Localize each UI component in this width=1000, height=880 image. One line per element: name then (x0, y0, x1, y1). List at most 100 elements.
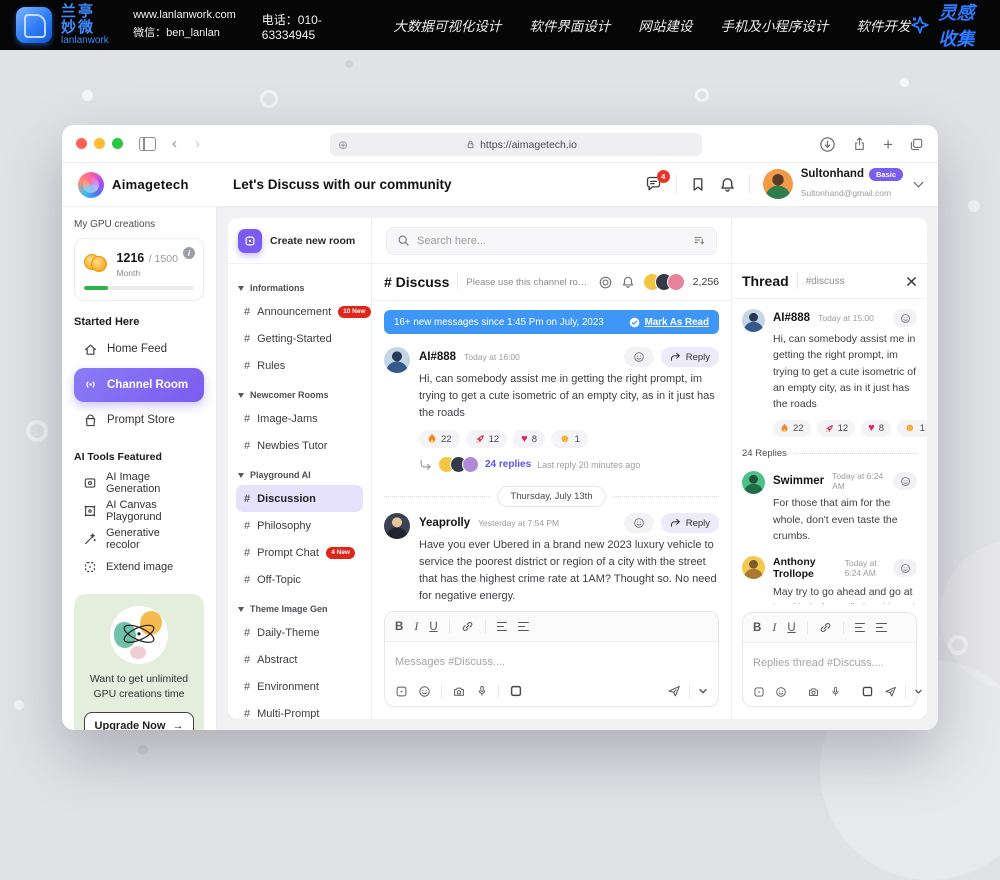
chevron-down-icon[interactable] (698, 686, 708, 696)
reaction-pill[interactable]: 12 (466, 430, 508, 448)
chevron-down-icon[interactable] (914, 687, 923, 696)
minimize-window-button[interactable] (94, 138, 105, 149)
avatar[interactable] (384, 347, 410, 373)
bell-icon[interactable] (621, 275, 635, 289)
close-icon[interactable] (906, 276, 917, 287)
list-icon[interactable] (855, 623, 865, 633)
channel-getting-started[interactable]: # Getting-Started (236, 325, 363, 352)
underline-button[interactable]: U (429, 621, 437, 633)
member-avatars[interactable] (643, 273, 685, 291)
group-theme-image-gen[interactable]: Theme Image Gen (238, 604, 361, 614)
avatar[interactable] (742, 471, 765, 494)
sidebar-item-ai-canvas-playground[interactable]: AI Canvas Playgorund (74, 497, 204, 525)
bell-icon[interactable] (719, 176, 736, 193)
avatar[interactable] (384, 513, 410, 539)
screenshot-icon[interactable] (509, 684, 523, 698)
mic-icon[interactable] (830, 685, 841, 698)
search-input[interactable] (417, 235, 686, 247)
align-left-icon[interactable] (876, 623, 887, 633)
add-reaction-button[interactable] (893, 472, 917, 490)
close-window-button[interactable] (76, 138, 87, 149)
reaction-pill[interactable]: 12 (817, 420, 856, 437)
channel-environment[interactable]: # Environment (236, 673, 363, 700)
add-reaction-button[interactable] (624, 347, 654, 367)
banner-nav-item[interactable]: 网站建设 (638, 15, 692, 35)
banner-nav-item[interactable]: 软件界面设计 (529, 15, 610, 35)
reply-button[interactable]: Reply (661, 513, 719, 533)
reply-button[interactable]: Reply (661, 347, 719, 367)
create-new-room-button[interactable]: Create new room (228, 218, 372, 264)
banner-nav-item[interactable]: 软件开发 (856, 15, 910, 35)
channel-abstract[interactable]: # Abstract (236, 646, 363, 673)
link-icon[interactable] (819, 621, 832, 634)
app-logo[interactable]: Aimagetech (62, 172, 217, 198)
italic-button[interactable]: I (414, 619, 418, 634)
zoom-window-button[interactable] (112, 138, 123, 149)
avatar[interactable] (742, 309, 765, 332)
inspiration-collect-link[interactable]: 灵感收集 (910, 0, 984, 51)
link-icon[interactable] (461, 620, 474, 633)
browser-sidebar-icon[interactable] (139, 137, 156, 151)
sidebar-item-prompt-store[interactable]: Prompt Store (74, 405, 204, 436)
bookmark-icon[interactable] (690, 176, 706, 193)
filter-icon[interactable] (693, 234, 706, 247)
sidebar-item-channel-room[interactable]: Channel Room (74, 368, 204, 402)
channel-rules[interactable]: # Rules (236, 352, 363, 379)
info-icon[interactable]: i (183, 247, 195, 259)
camera-icon[interactable] (807, 686, 820, 698)
thread-reply-input[interactable] (753, 657, 906, 669)
bold-button[interactable]: B (753, 622, 761, 634)
group-informations[interactable]: Informations (238, 283, 361, 293)
channel-discussion[interactable]: # Discussion (236, 485, 363, 512)
add-reaction-button[interactable] (893, 559, 917, 577)
reaction-pill[interactable]: 22 (773, 420, 811, 437)
emoji-icon[interactable] (418, 685, 431, 698)
mark-as-read-button[interactable]: Mark As Read (629, 317, 709, 328)
user-menu[interactable]: Sultonhand Basic Sultonhand@gmail.com (763, 168, 922, 201)
italic-button[interactable]: I (772, 620, 776, 635)
send-icon[interactable] (884, 685, 897, 698)
add-reaction-button[interactable] (893, 309, 917, 327)
search-bar[interactable] (386, 227, 717, 255)
message-input[interactable] (395, 656, 708, 668)
add-reaction-button[interactable] (624, 513, 654, 533)
sidebar-item-ai-image-generation[interactable]: AI Image Generation (74, 469, 204, 497)
new-tab-button[interactable]: + (883, 136, 893, 153)
reaction-pill[interactable]: ☻ 1 (897, 420, 927, 437)
messages-icon[interactable]: 4 (644, 175, 663, 193)
channel-image-jams[interactable]: # Image-Jams (236, 405, 363, 432)
channel-off-topic[interactable]: # Off-Topic (236, 566, 363, 593)
sidebar-item-generative-recolor[interactable]: Generative recolor (74, 525, 204, 553)
replies-count[interactable]: 24 replies (485, 459, 531, 470)
underline-button[interactable]: U (787, 622, 795, 634)
reaction-pill[interactable]: 22 (419, 430, 460, 448)
group-playground-ai[interactable]: Playground AI (238, 470, 361, 480)
thread-replies-link[interactable]: 24 replies Last reply 20 minutes ago (419, 456, 719, 473)
screenshot-icon[interactable] (861, 685, 874, 698)
reader-icon[interactable]: ⊕ (338, 138, 348, 152)
add-icon[interactable] (753, 686, 765, 698)
sidebar-item-extend-image[interactable]: Extend image (74, 553, 204, 581)
banner-nav-item[interactable]: 手机及小程序设计 (720, 15, 828, 35)
banner-nav-item[interactable]: 大数据可视化设计 (393, 15, 501, 35)
back-button[interactable]: ‹ (172, 135, 177, 152)
group-newcomer-rooms[interactable]: Newcomer Rooms (238, 390, 361, 400)
emoji-icon[interactable] (775, 686, 787, 698)
reaction-pill[interactable]: ♥ 8 (513, 430, 545, 448)
address-bar[interactable]: ⊕ https://aimagetech.io (330, 133, 702, 156)
channel-multi-prompt[interactable]: # Multi-Prompt (236, 700, 363, 719)
list-icon[interactable] (497, 622, 507, 632)
downloads-icon[interactable] (819, 136, 836, 153)
channel-daily-theme[interactable]: # Daily-Theme (236, 619, 363, 646)
forward-button[interactable]: › (195, 135, 200, 152)
reaction-pill[interactable]: ☻ 1 (551, 430, 588, 448)
channel-prompt-chat[interactable]: # Prompt Chat 4 New (236, 539, 363, 566)
camera-icon[interactable] (452, 685, 466, 698)
upgrade-now-button[interactable]: Upgrade Now → (84, 712, 194, 730)
tabs-icon[interactable] (909, 137, 924, 152)
avatar[interactable] (742, 556, 765, 579)
mic-icon[interactable] (476, 684, 488, 698)
share-icon[interactable] (852, 136, 867, 152)
add-icon[interactable] (395, 685, 408, 698)
bold-button[interactable]: B (395, 621, 403, 633)
